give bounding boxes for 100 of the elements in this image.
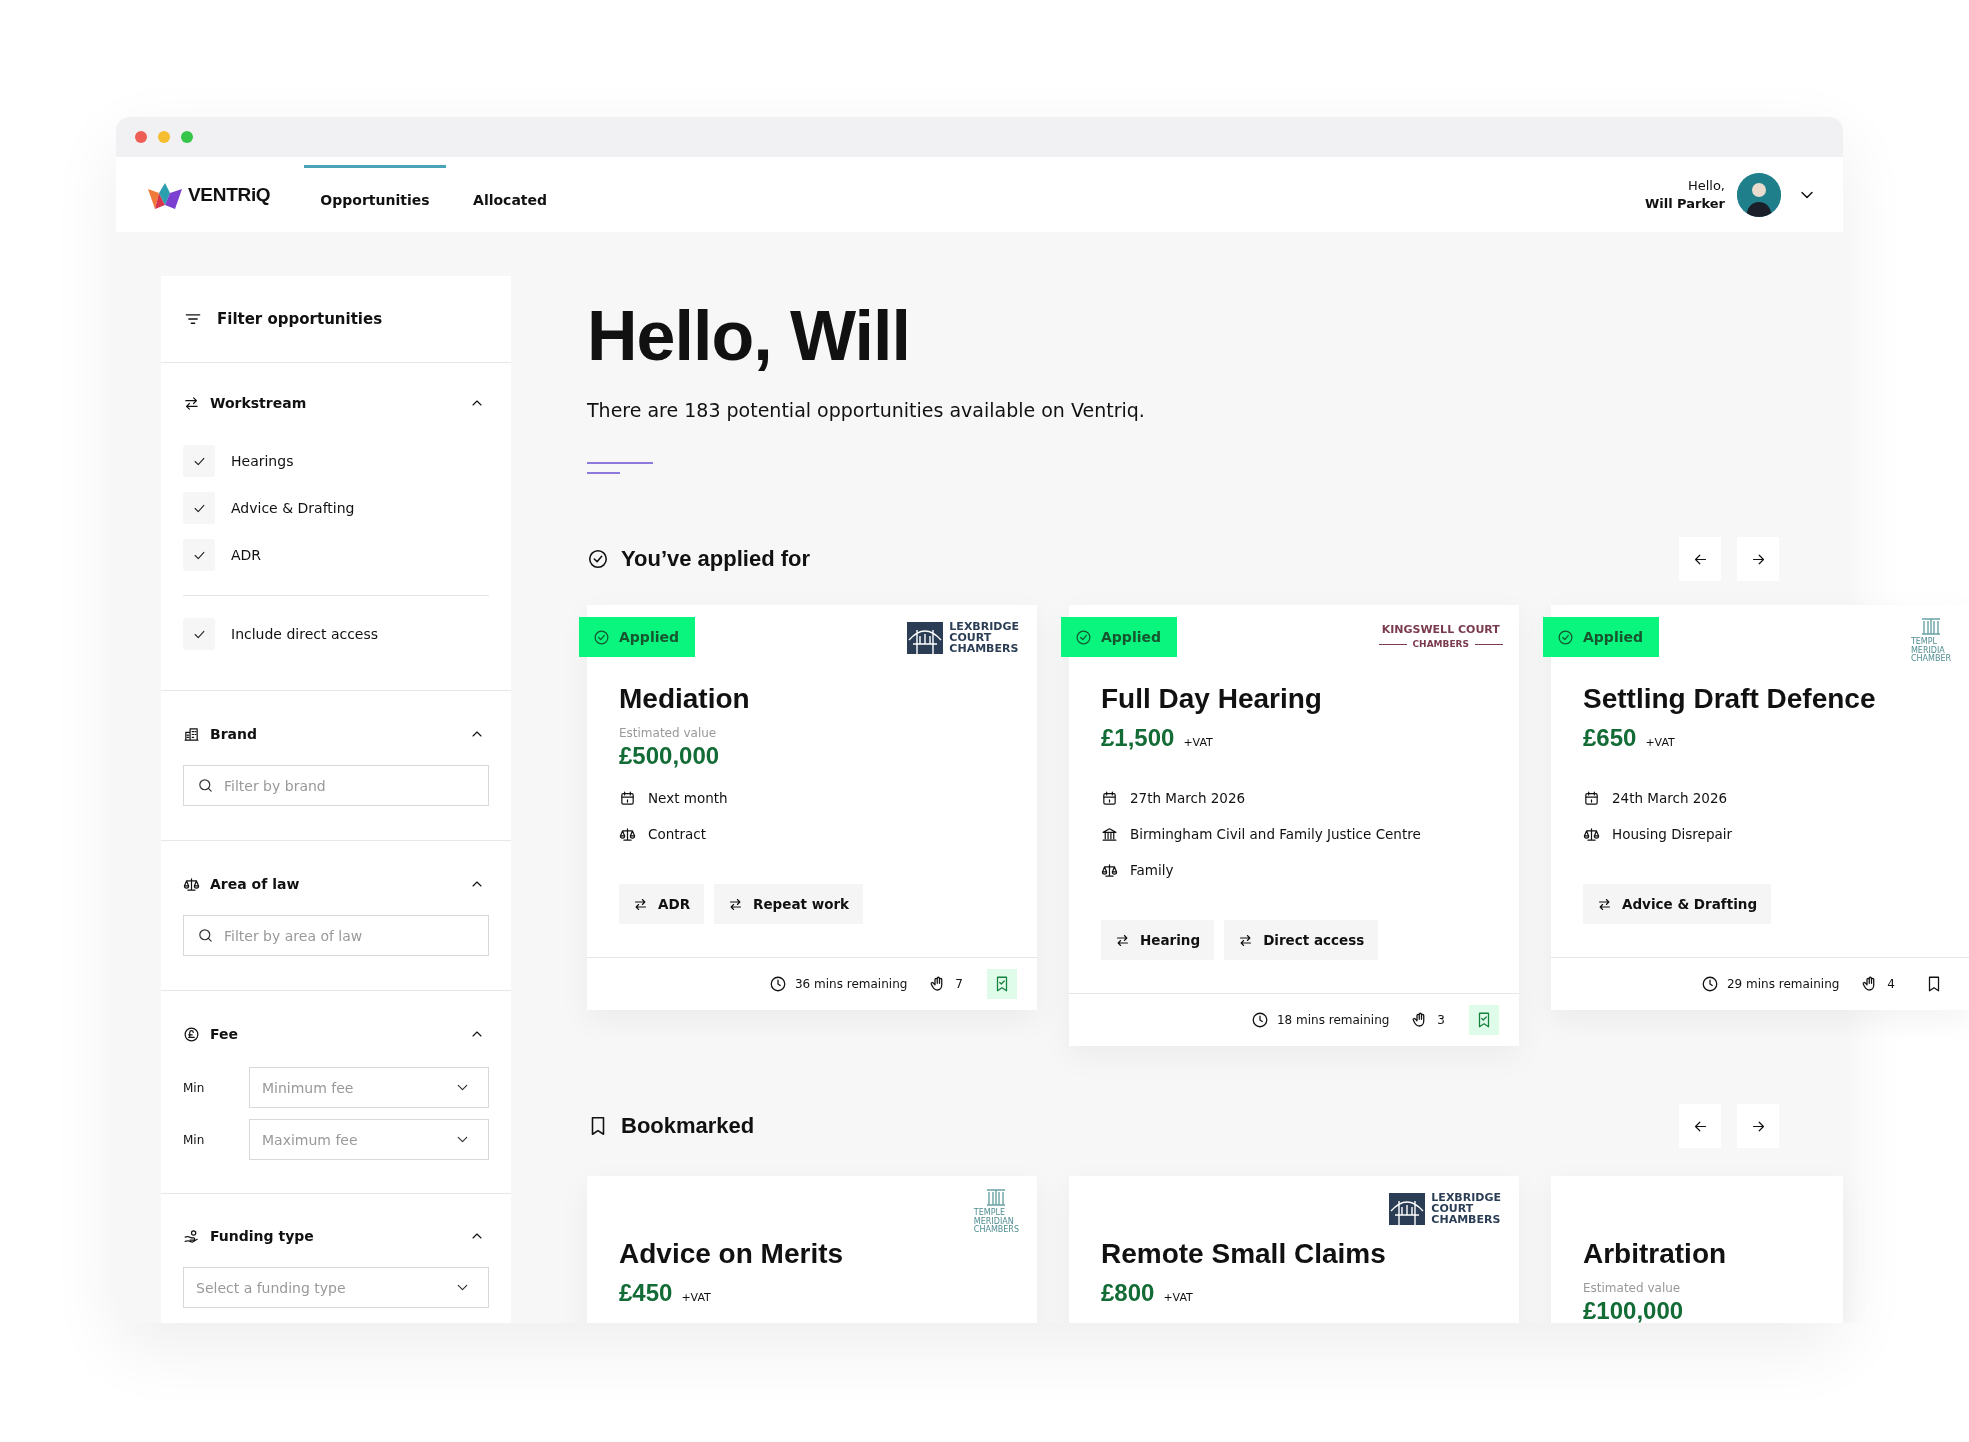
swap-icon [633, 896, 648, 912]
tag-label: Hearing [1140, 932, 1201, 948]
applicant-count: 7 [955, 977, 963, 991]
search-field[interactable]: Filter by area of law [183, 915, 489, 956]
opportunity-card[interactable]: TEMPLE MERIDIAN CHAMBERS Advice on Merits £450 +VAT [587, 1176, 1037, 1323]
nav-tab[interactable]: Opportunities [304, 165, 446, 232]
value-label: Estimated value [1583, 1280, 1682, 1297]
card-title: Full Day Hearing [1101, 682, 1323, 716]
tag-label: Advice & Drafting [1622, 896, 1758, 912]
price: £800 [1101, 1279, 1155, 1307]
detail-text: 24th March 2026 [1612, 790, 1728, 806]
price: £450 [619, 1279, 673, 1307]
time-remaining: 29 mins remaining [1727, 977, 1840, 991]
dropdown-field[interactable]: Minimum fee [249, 1067, 489, 1108]
nav-tab[interactable]: Allocated [445, 165, 575, 232]
hand-coins-icon [183, 1227, 200, 1245]
section-title: Brand [210, 726, 258, 742]
building-icon [183, 725, 200, 743]
brand-name: LEXBRIDGE COURT CHAMBERS [1431, 1192, 1501, 1225]
calendar-icon [1583, 789, 1600, 807]
swap-icon [183, 394, 200, 412]
opportunity-card[interactable]: Arbitration Estimated value £100,000 [1551, 1176, 1843, 1323]
price: £650 [1583, 724, 1637, 752]
field-label: Min [183, 1132, 206, 1147]
card-title: Mediation [619, 682, 751, 716]
page-subtitle: There are 183 potential opportunities available on Ventriq. [587, 398, 1146, 423]
card-title: Settling Draft Defence [1583, 682, 1877, 716]
detail-text: 27th March 2026 [1130, 790, 1246, 806]
home-logo-link[interactable]: VENTRiQ [148, 157, 271, 232]
dropdown-field[interactable]: Select a funding type [183, 1267, 489, 1308]
tag-label: ADR [658, 896, 691, 912]
pound-icon [183, 1025, 200, 1043]
option-label: Advice & Drafting [231, 500, 355, 516]
card-title: Arbitration [1583, 1237, 1728, 1271]
search-field[interactable]: Filter by brand [183, 765, 489, 806]
applicant-count: 4 [1887, 977, 1895, 991]
scales-icon [183, 875, 200, 893]
scales-icon [1583, 825, 1600, 843]
swap-icon [1238, 932, 1254, 948]
option-label: ADR [231, 547, 262, 563]
vat-label: +VAT [1645, 736, 1675, 749]
section-title: Funding type [210, 1228, 315, 1244]
status-badge: Applied [579, 617, 695, 657]
detail-text: Contract [648, 826, 707, 842]
applicant-count: 3 [1437, 1013, 1445, 1027]
price: £500,000 [619, 742, 720, 770]
dropdown-field[interactable]: Maximum fee [249, 1119, 489, 1160]
maximize-window-button[interactable] [181, 131, 193, 143]
panel-title: Filter opportunities [217, 310, 383, 328]
minimize-window-button[interactable] [158, 131, 170, 143]
detail-text: Birmingham Civil and Family Justice Centre [1130, 826, 1421, 842]
status-badge: Applied [1061, 617, 1177, 657]
brand-name: LEXBRIDGE COURT CHAMBERS [949, 621, 1019, 654]
columns-logo-icon [986, 1188, 1007, 1206]
clock-icon [769, 975, 787, 993]
columns-logo-icon [1920, 617, 1941, 635]
price: £1,500 [1101, 724, 1175, 752]
detail-text: Next month [648, 790, 728, 806]
status-badge: Applied [1543, 617, 1659, 657]
option-label: Include direct access [231, 626, 379, 642]
scales-icon [619, 825, 636, 843]
vat-label: +VAT [1183, 736, 1213, 749]
card-title: Advice on Merits [619, 1237, 845, 1271]
check-circle-icon [1557, 628, 1574, 646]
brand-name: KINGSWELL COURT CHAMBERS [1378, 623, 1503, 651]
check-circle-icon [587, 548, 609, 570]
opportunity-card[interactable]: LEXBRIDGE COURT CHAMBERS Remote Small Claims £800 +VAT [1069, 1176, 1519, 1323]
price: £100,000 [1583, 1297, 1684, 1323]
brand-name: TEMPL MERIDIA CHAMBER [1910, 638, 1951, 664]
checkbox[interactable] [183, 445, 215, 477]
checkbox[interactable] [183, 618, 215, 650]
field-label: Min [183, 1080, 206, 1095]
option-label: Hearings [231, 453, 294, 469]
accent-lines [587, 462, 653, 474]
swap-icon [1597, 896, 1612, 912]
clock-icon [1701, 975, 1719, 993]
vat-label: +VAT [681, 1291, 711, 1304]
building-icon [1101, 825, 1118, 843]
checkbox[interactable] [183, 539, 215, 571]
swap-icon [728, 896, 744, 912]
section-title: Area of law [210, 876, 301, 892]
bridge-logo-icon [907, 621, 944, 654]
detail-text: Family [1130, 862, 1174, 878]
time-remaining: 36 mins remaining [795, 977, 908, 991]
tag-label: Direct access [1263, 932, 1365, 948]
checkbox[interactable] [183, 492, 215, 524]
card-title: Remote Small Claims [1101, 1237, 1387, 1271]
page-heading: Hello, Will [587, 300, 911, 372]
value-label: Estimated value [619, 725, 718, 742]
section-title: Fee [210, 1026, 239, 1042]
close-window-button[interactable] [135, 131, 147, 143]
scales-icon [1101, 861, 1118, 879]
section-title: You’ve applied for [621, 546, 812, 572]
calendar-icon [1101, 789, 1118, 807]
brand-name: TEMPLE MERIDIAN CHAMBERS [973, 1209, 1019, 1235]
user-greeting: Hello, Will Parker [1644, 176, 1725, 213]
check-circle-icon [1075, 628, 1092, 646]
calendar-icon [619, 789, 636, 807]
section-title: Workstream [210, 395, 308, 411]
avatar[interactable] [1737, 172, 1781, 217]
